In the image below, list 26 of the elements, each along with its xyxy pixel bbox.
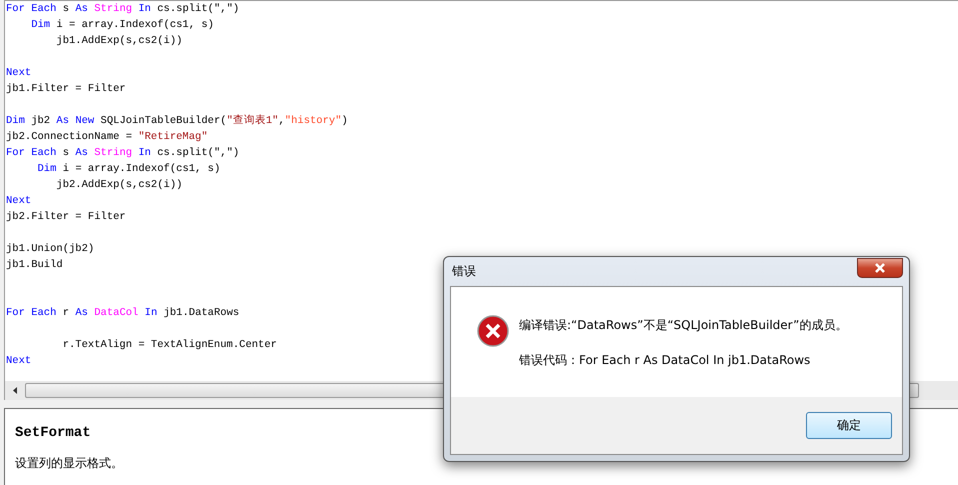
close-icon xyxy=(874,262,886,272)
help-title: SetFormat xyxy=(15,425,91,441)
dialog-title: 错误 xyxy=(451,263,476,280)
code-line: For Each s As String In cs.split(",") xyxy=(5,2,240,17)
code-line: r.TextAlign = TextAlignEnum.Center xyxy=(62,338,277,353)
code-line: Dim i = array.Indexof(cs1, s) xyxy=(30,18,214,33)
code-line: Dim i = array.Indexof(cs1, s) xyxy=(36,162,220,177)
code-line: Next xyxy=(5,66,32,81)
code-line: jb2.AddExp(s,cs2(i)) xyxy=(55,178,182,193)
code-line: Dim jb2 As New SQLJoinTableBuilder("查询表1","history") xyxy=(5,113,348,129)
ok-button[interactable]: 确定 xyxy=(806,412,892,439)
code-line: jb1.Filter = Filter xyxy=(5,82,126,97)
help-description: 设置列的显示格式。 xyxy=(15,455,123,472)
code-line: jb1.AddExp(s,cs2(i)) xyxy=(55,34,182,49)
code-line: jb2.ConnectionName = "RetireMag" xyxy=(5,130,208,145)
code-line: jb2.Filter = Filter xyxy=(5,210,126,225)
code-line: For Each s As String In cs.split(",") xyxy=(5,146,240,161)
close-button[interactable] xyxy=(857,258,903,278)
code-line: For Each r As DataCol In jb1.DataRows xyxy=(5,306,240,321)
error-message: 编译错误:“DataRows”不是“SQLJoinTableBuilder”的成员。 xyxy=(519,317,848,334)
error-code: 错误代码：For Each r As DataCol In jb1.DataRows xyxy=(519,352,812,369)
error-icon xyxy=(477,315,509,347)
code-line: Next xyxy=(5,354,32,369)
code-line: jb1.Build xyxy=(5,258,63,273)
code-line: Next xyxy=(5,194,32,209)
code-line: jb1.Union(jb2) xyxy=(5,242,94,257)
